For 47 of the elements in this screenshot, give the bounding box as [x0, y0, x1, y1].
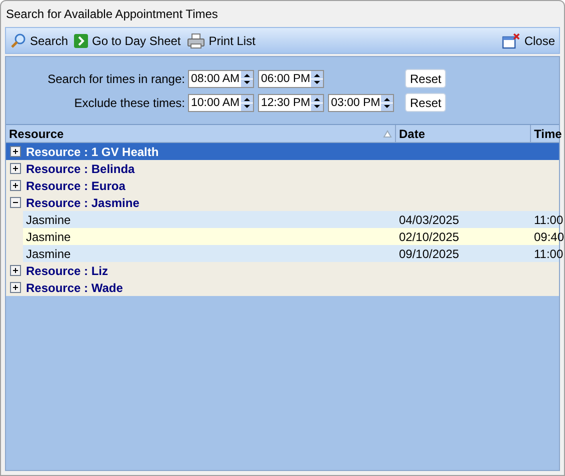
table-cell-text: Jasmine: [25, 246, 72, 260]
search-icon: [10, 32, 26, 48]
time-field[interactable]: 10:00 AM: [188, 94, 254, 112]
time-field[interactable]: 08:00 AM: [188, 70, 254, 88]
window-title: Search for Available Appointment Times: [5, 6, 219, 23]
table-cell-text: 02/10/2025: [398, 230, 460, 244]
spinner-icon[interactable]: [381, 94, 393, 110]
group-row[interactable]: Resource : Euroa: [6, 177, 559, 194]
column-header[interactable]: Date: [396, 125, 531, 142]
table-cell-text: 11:00: [533, 246, 564, 260]
group-row[interactable]: Resource : 1 GV Health: [6, 143, 559, 160]
spinner-icon[interactable]: [311, 94, 323, 110]
group-row[interactable]: Resource : Jasmine: [6, 194, 559, 211]
table-cell-text: Jasmine: [25, 212, 72, 226]
expand-icon[interactable]: [10, 265, 21, 276]
column-header[interactable]: Time: [531, 125, 565, 142]
collapse-icon[interactable]: [10, 197, 21, 208]
toolbar-button[interactable]: Search: [10, 32, 68, 48]
table-cell-text: 11:00: [533, 212, 564, 226]
time-field[interactable]: 12:30 PM: [258, 94, 324, 112]
group-row[interactable]: Resource : Liz: [6, 262, 559, 279]
expand-icon[interactable]: [10, 180, 21, 191]
table-cell-text: Jasmine: [25, 230, 72, 244]
close-window-icon: [502, 32, 520, 48]
table-cell-text: 09:40: [533, 230, 565, 244]
filter-label: Exclude these times:: [73, 96, 186, 110]
toolbar-button[interactable]: Print List: [186, 32, 256, 48]
printer-icon: [186, 32, 205, 48]
group-row[interactable]: Resource : Belinda: [6, 160, 559, 177]
column-header[interactable]: Resource: [6, 125, 396, 142]
spinner-icon[interactable]: [311, 70, 323, 86]
expand-icon[interactable]: [10, 282, 21, 293]
time-field[interactable]: 03:00 PM: [328, 94, 394, 112]
filter-label: Search for times in range:: [46, 72, 186, 86]
toolbar-button[interactable]: Close: [502, 32, 555, 48]
toolbar-button[interactable]: Go to Day Sheet: [74, 34, 181, 48]
table-cell-text: 04/03/2025: [398, 212, 460, 226]
reset-button[interactable]: Reset: [405, 69, 446, 88]
expand-icon[interactable]: [10, 163, 21, 174]
table-cell-text: 09/10/2025: [398, 246, 460, 260]
sort-icon: [383, 130, 392, 138]
spinner-icon[interactable]: [241, 94, 253, 110]
time-field[interactable]: 06:00 PM: [258, 70, 324, 88]
spinner-icon[interactable]: [241, 70, 253, 86]
expand-icon[interactable]: [10, 146, 21, 157]
group-row[interactable]: Resource : Wade: [6, 279, 559, 296]
reset-button[interactable]: Reset: [405, 93, 446, 112]
